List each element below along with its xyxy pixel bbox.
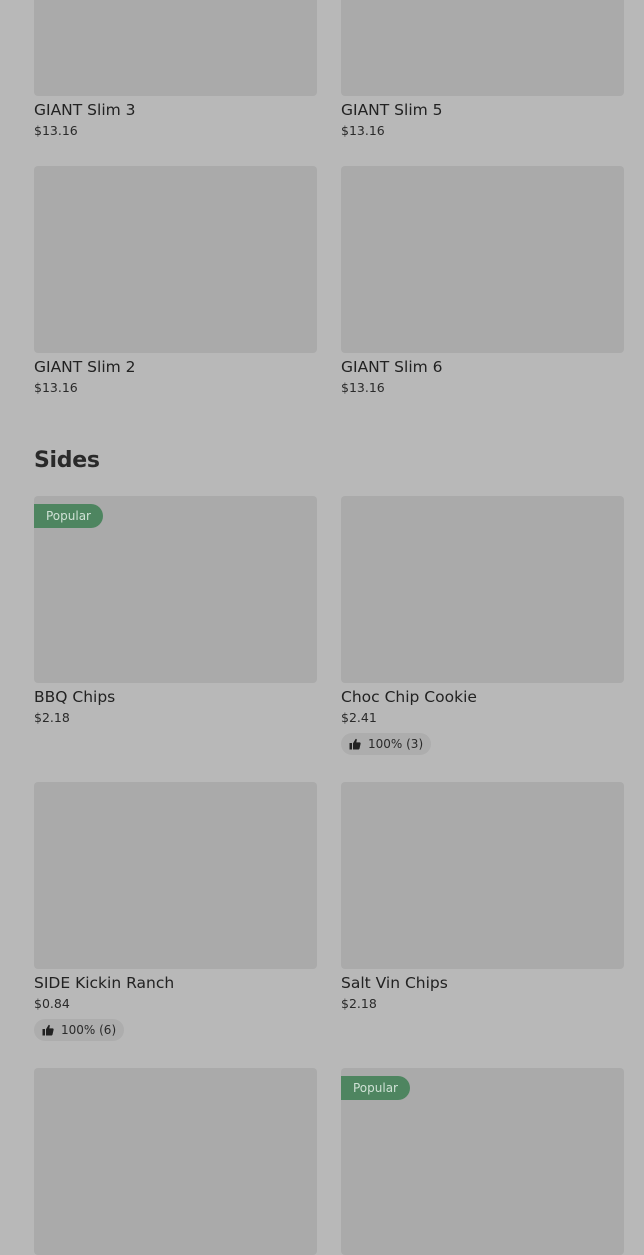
popular-badge: Popular	[341, 1076, 410, 1100]
product-image[interactable]	[341, 782, 624, 969]
product-image[interactable]	[341, 166, 624, 353]
rating-text: 100% (3)	[368, 737, 424, 751]
product-grid-top-row-2: GIANT Slim 2 $13.16 GIANT Slim 6 $13.16	[34, 166, 624, 398]
sides-row-3: Popular	[34, 1068, 624, 1255]
product-name: Salt Vin Chips	[341, 974, 448, 992]
popular-badge: Popular	[34, 504, 103, 528]
product-price: $2.18	[34, 710, 70, 725]
product-image[interactable]: Popular	[34, 496, 317, 683]
thumbs-up-icon	[42, 1024, 54, 1036]
product-image[interactable]	[34, 0, 317, 96]
product-card-partial-popular[interactable]: Popular	[341, 1068, 624, 1255]
product-price: $13.16	[341, 380, 385, 395]
sides-row-1: Popular BBQ Chips $2.18 Choc Chip Cookie…	[34, 496, 624, 755]
product-image[interactable]	[34, 1068, 317, 1255]
product-image[interactable]	[34, 166, 317, 353]
product-card-bbq-chips[interactable]: Popular BBQ Chips $2.18	[34, 496, 317, 755]
product-price: $2.18	[341, 996, 377, 1011]
product-price: $13.16	[34, 123, 78, 138]
product-card-giant-slim-2[interactable]: GIANT Slim 2 $13.16	[34, 166, 317, 398]
product-card-partial[interactable]	[34, 1068, 317, 1255]
product-card-giant-slim-3[interactable]: GIANT Slim 3 $13.16	[34, 0, 317, 141]
product-name: SIDE Kickin Ranch	[34, 974, 175, 992]
product-price: $13.16	[341, 123, 385, 138]
product-name: GIANT Slim 5	[341, 101, 443, 119]
rating-badge: 100% (6)	[34, 1019, 125, 1041]
product-image[interactable]: Popular	[341, 1068, 624, 1255]
product-card-giant-slim-5[interactable]: GIANT Slim 5 $13.16	[341, 0, 624, 141]
product-card-choc-chip-cookie[interactable]: Choc Chip Cookie $2.41 100% (3)	[341, 496, 624, 755]
product-name: GIANT Slim 6	[341, 358, 443, 376]
product-name: GIANT Slim 3	[34, 101, 136, 119]
rating-text: 100% (6)	[61, 1023, 117, 1037]
product-name: BBQ Chips	[34, 688, 116, 706]
sides-row-2: SIDE Kickin Ranch $0.84 100% (6) Salt Vi…	[34, 782, 624, 1041]
product-price: $13.16	[34, 380, 78, 395]
product-name: Choc Chip Cookie	[341, 688, 477, 706]
product-card-giant-slim-6[interactable]: GIANT Slim 6 $13.16	[341, 166, 624, 398]
product-image[interactable]	[341, 0, 624, 96]
product-card-side-kickin-ranch[interactable]: SIDE Kickin Ranch $0.84 100% (6)	[34, 782, 317, 1041]
rating-badge: 100% (3)	[341, 733, 432, 755]
product-price: $2.41	[341, 710, 377, 725]
product-card-salt-vin-chips[interactable]: Salt Vin Chips $2.18	[341, 782, 624, 1041]
product-grid-top: GIANT Slim 3 $13.16 GIANT Slim 5 $13.16	[34, 0, 624, 141]
product-image[interactable]	[341, 496, 624, 683]
product-name: GIANT Slim 2	[34, 358, 136, 376]
product-image[interactable]	[34, 782, 317, 969]
section-title-sides: Sides	[34, 448, 100, 473]
thumbs-up-icon	[349, 738, 361, 750]
product-price: $0.84	[34, 996, 70, 1011]
